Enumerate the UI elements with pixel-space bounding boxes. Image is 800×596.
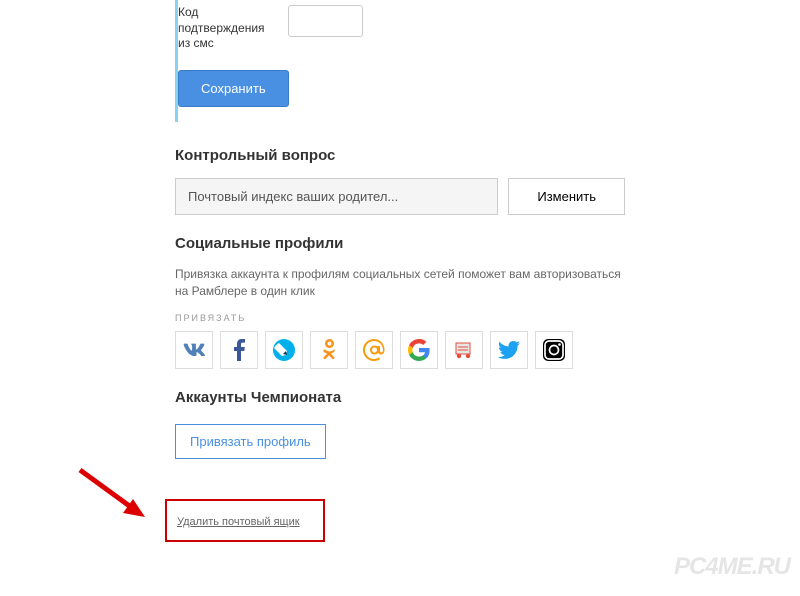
- watermark: PC4ME.RU: [674, 553, 790, 581]
- social-profiles-title: Социальные профили: [175, 235, 625, 252]
- championship-title: Аккаунты Чемпионата: [175, 389, 625, 406]
- google-icon[interactable]: [400, 331, 438, 369]
- save-button[interactable]: Сохранить: [178, 70, 289, 107]
- bind-profile-button[interactable]: Привязать профиль: [175, 424, 326, 459]
- mailru-icon[interactable]: [355, 331, 393, 369]
- sms-code-input[interactable]: [288, 5, 363, 37]
- instagram-icon[interactable]: [535, 331, 573, 369]
- security-question-value: Почтовый индекс ваших родител...: [175, 178, 498, 215]
- delete-mailbox-highlight: Удалить почтовый ящик: [165, 499, 325, 542]
- social-profiles-description: Привязка аккаунта к профилям социальных …: [175, 266, 625, 300]
- odnoklassniki-icon[interactable]: [310, 331, 348, 369]
- twitter-icon[interactable]: [490, 331, 528, 369]
- vk-icon[interactable]: [175, 331, 213, 369]
- delete-mailbox-link[interactable]: Удалить почтовый ящик: [177, 516, 300, 528]
- bind-label: ПРИВЯЗАТЬ: [175, 313, 625, 323]
- annotation-arrow-icon: [75, 465, 155, 525]
- livejournal-icon[interactable]: [265, 331, 303, 369]
- security-question-title: Контрольный вопрос: [175, 147, 625, 164]
- facebook-icon[interactable]: [220, 331, 258, 369]
- sms-code-label: Код подтверждения из смс: [178, 5, 278, 52]
- change-button[interactable]: Изменить: [508, 178, 625, 215]
- yandex-icon[interactable]: [445, 331, 483, 369]
